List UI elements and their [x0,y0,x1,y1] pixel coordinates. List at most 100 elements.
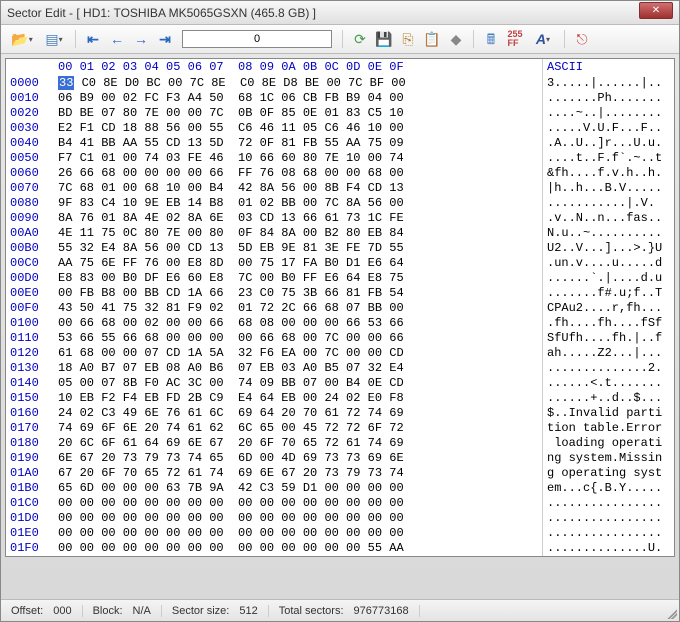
exit-button[interactable]: ⎋ [571,28,593,50]
first-sector-button[interactable]: ⇤ [82,28,104,50]
hex-viewer[interactable]: 00 01 02 03 04 05 06 07 08 09 0A 0B 0C 0… [5,58,675,557]
hex-row-ascii[interactable]: .....V.U.F...F.. [542,121,674,136]
resize-grip[interactable] [665,607,677,619]
hex-row-ascii[interactable]: |h..h...B.V..... [542,181,674,196]
hex-row-ascii[interactable]: ......`.|....d.u [542,271,674,286]
prev-sector-button[interactable]: ← [106,28,128,50]
hex-row-bytes[interactable]: 20 6C 6F 61 64 69 6E 67 20 6F 70 65 72 6… [54,436,542,451]
hex-row-bytes[interactable]: AA 75 6E FF 76 00 E8 8D 00 75 17 FA B0 D… [54,256,542,271]
hex-row-bytes[interactable]: E2 F1 CD 18 88 56 00 55 C6 46 11 05 C6 4… [54,121,542,136]
hex-row-offset: 0020 [6,106,54,121]
hex-row-offset: 00C0 [6,256,54,271]
hex-row-bytes[interactable]: 06 B9 00 02 FC F3 A4 50 68 1C 06 CB FB B… [54,91,542,106]
hex-row-ascii[interactable]: ..............U. [542,541,674,556]
hex-row-ascii[interactable]: $..Invalid parti [542,406,674,421]
hex-row-ascii[interactable]: .A..U..]r...U.u. [542,136,674,151]
hex-row-ascii[interactable]: loading operati [542,436,674,451]
hex-row-bytes[interactable]: 00 FB B8 00 BB CD 1A 66 23 C0 75 3B 66 8… [54,286,542,301]
font-dropdown-button[interactable]: A▾ [528,28,558,50]
hex-row-bytes[interactable]: B4 41 BB AA 55 CD 13 5D 72 0F 81 FB 55 A… [54,136,542,151]
hex-row-bytes[interactable]: 18 A0 B7 07 EB 08 A0 B6 07 EB 03 A0 B5 0… [54,361,542,376]
hex-row-ascii[interactable]: SfUfh....fh.|..f [542,331,674,346]
hex-row-bytes[interactable]: 26 66 68 00 00 00 00 66 FF 76 08 68 00 0… [54,166,542,181]
hex-row-ascii[interactable]: ......<.t....... [542,376,674,391]
hex-row-ascii[interactable]: ................ [542,526,674,541]
hex-row-ascii[interactable]: ....t..F.f`.~..t [542,151,674,166]
hex-row-bytes[interactable]: 10 EB F2 F4 EB FD 2B C9 E4 64 EB 00 24 0… [54,391,542,406]
hex-row-bytes[interactable]: BD BE 07 80 7E 00 00 7C 0B 0F 85 0E 01 8… [54,106,542,121]
hex-cursor[interactable]: 33 [58,76,74,90]
hex-row-ascii[interactable]: N.u..~.......... [542,226,674,241]
hex-row-bytes[interactable]: 33 C0 8E D0 BC 00 7C 8E C0 8E D8 BE 00 7… [54,76,542,91]
last-sector-button[interactable]: ⇥ [154,28,176,50]
hex-row-ascii[interactable]: &fh....f.v.h..h. [542,166,674,181]
fill-button[interactable]: ◆ [445,28,467,50]
hex-row-bytes[interactable]: 4E 11 75 0C 80 7E 00 80 0F 84 8A 00 B2 8… [54,226,542,241]
hex-row-bytes[interactable]: 00 00 00 00 00 00 00 00 00 00 00 00 00 0… [54,496,542,511]
paste-button[interactable]: 📋 [421,28,443,50]
hex-row-bytes[interactable]: 05 00 07 8B F0 AC 3C 00 74 09 BB 07 00 B… [54,376,542,391]
hex-row-offset: 0110 [6,331,54,346]
next-sector-button[interactable]: → [130,28,152,50]
hex-row-bytes[interactable]: 61 68 00 00 07 CD 1A 5A 32 F6 EA 00 7C 0… [54,346,542,361]
hex-row-ascii[interactable]: ..............2. [542,361,674,376]
hex-row-bytes[interactable]: F7 C1 01 00 74 03 FE 46 10 66 60 80 7E 1… [54,151,542,166]
hex-row-ascii[interactable]: 3.....|......|.. [542,76,674,91]
open-dropdown-button[interactable]: 📂▾ [7,28,37,50]
hex-row-bytes[interactable]: 00 00 00 00 00 00 00 00 00 00 00 00 00 0… [54,511,542,526]
reload-button[interactable]: ⟳ [349,28,371,50]
sector-number-input[interactable] [182,30,332,48]
sector-size-value: 512 [239,605,257,617]
hex-row-bytes[interactable]: 00 00 00 00 00 00 00 00 00 00 00 00 00 0… [54,541,542,556]
hex-row-ascii[interactable]: U2..V...]...>.}U [542,241,674,256]
hex-row-ascii[interactable]: em...c{.B.Y..... [542,481,674,496]
hex-row-bytes[interactable]: 67 20 6F 70 65 72 61 74 69 6E 67 20 73 7… [54,466,542,481]
toolbar-separator [75,30,76,48]
hex-row-ascii[interactable]: ng system.Missin [542,451,674,466]
hex-row-bytes[interactable]: 55 32 E4 8A 56 00 CD 13 5D EB 9E 81 3E F… [54,241,542,256]
hex-row-offset: 00E0 [6,286,54,301]
copy-button[interactable]: ⎘ [397,28,419,50]
hex-row-ascii[interactable]: ......+..d..$... [542,391,674,406]
hex-row-ascii[interactable]: ................ [542,496,674,511]
hex-row-ascii[interactable]: tion table.Error [542,421,674,436]
next-icon: → [134,32,148,46]
hex-row-bytes[interactable]: 65 6D 00 00 00 63 7B 9A 42 C3 59 D1 00 0… [54,481,542,496]
hex-row-ascii[interactable]: ah.....Z2...|... [542,346,674,361]
hex-row-offset: 00A0 [6,226,54,241]
hex-row-bytes[interactable]: E8 83 00 B0 DF E6 60 E8 7C 00 B0 FF E6 6… [54,271,542,286]
save-button[interactable]: 💾 [373,28,395,50]
hex-row-ascii[interactable]: ....~..|........ [542,106,674,121]
hex-row-bytes[interactable]: 00 66 68 00 02 00 00 66 68 08 00 00 00 6… [54,316,542,331]
hex-row-ascii[interactable]: ...........|.V. [542,196,674,211]
hex-row-offset: 0100 [6,316,54,331]
window-title: Sector Edit - [ HD1: TOSHIBA MK5065GSXN … [7,6,316,20]
hex-row-ascii[interactable]: ................ [542,511,674,526]
close-button[interactable]: ✕ [639,2,673,19]
hex-row-bytes[interactable]: 9F 83 C4 10 9E EB 14 B8 01 02 BB 00 7C 8… [54,196,542,211]
hex-row-bytes[interactable]: 8A 76 01 8A 4E 02 8A 6E 03 CD 13 66 61 7… [54,211,542,226]
calculator-button[interactable]: 🖩 [480,28,502,50]
hex-row-bytes[interactable]: 00 00 00 00 00 00 00 00 00 00 00 00 00 0… [54,526,542,541]
hex-row-ascii[interactable]: .fh....fh....fSf [542,316,674,331]
hex-row-offset: 01E0 [6,526,54,541]
prev-icon: ← [110,32,124,46]
hex-row-ascii[interactable]: .......Ph....... [542,91,674,106]
copy-icon: ⎘ [402,32,413,46]
hex-toggle-button[interactable]: 255FF [504,28,526,50]
hex-row-ascii[interactable]: .un.v....u.....d [542,256,674,271]
window-dropdown-button[interactable]: ▤▾ [39,28,69,50]
hex-row-bytes[interactable]: 53 66 55 66 68 00 00 00 00 66 68 00 7C 0… [54,331,542,346]
offset-value: 000 [53,605,71,617]
hex-row-bytes[interactable]: 74 69 6F 6E 20 74 61 62 6C 65 00 45 72 7… [54,421,542,436]
hex-row-ascii[interactable]: .v..N..n...fas.. [542,211,674,226]
hex-row-ascii[interactable]: CPAu2....r,fh... [542,301,674,316]
hex-row-bytes[interactable]: 6E 67 20 73 79 73 74 65 6D 00 4D 69 73 7… [54,451,542,466]
hex-row-bytes[interactable]: 24 02 C3 49 6E 76 61 6C 69 64 20 70 61 7… [54,406,542,421]
hex-row-bytes[interactable]: 7C 68 01 00 68 10 00 B4 42 8A 56 00 8B F… [54,181,542,196]
sector-edit-window: Sector Edit - [ HD1: TOSHIBA MK5065GSXN … [0,0,680,622]
hex-row-offset: 0140 [6,376,54,391]
hex-row-ascii[interactable]: g operating syst [542,466,674,481]
hex-row-bytes[interactable]: 43 50 41 75 32 81 F9 02 01 72 2C 66 68 0… [54,301,542,316]
hex-row-ascii[interactable]: .......f#.u;f..T [542,286,674,301]
